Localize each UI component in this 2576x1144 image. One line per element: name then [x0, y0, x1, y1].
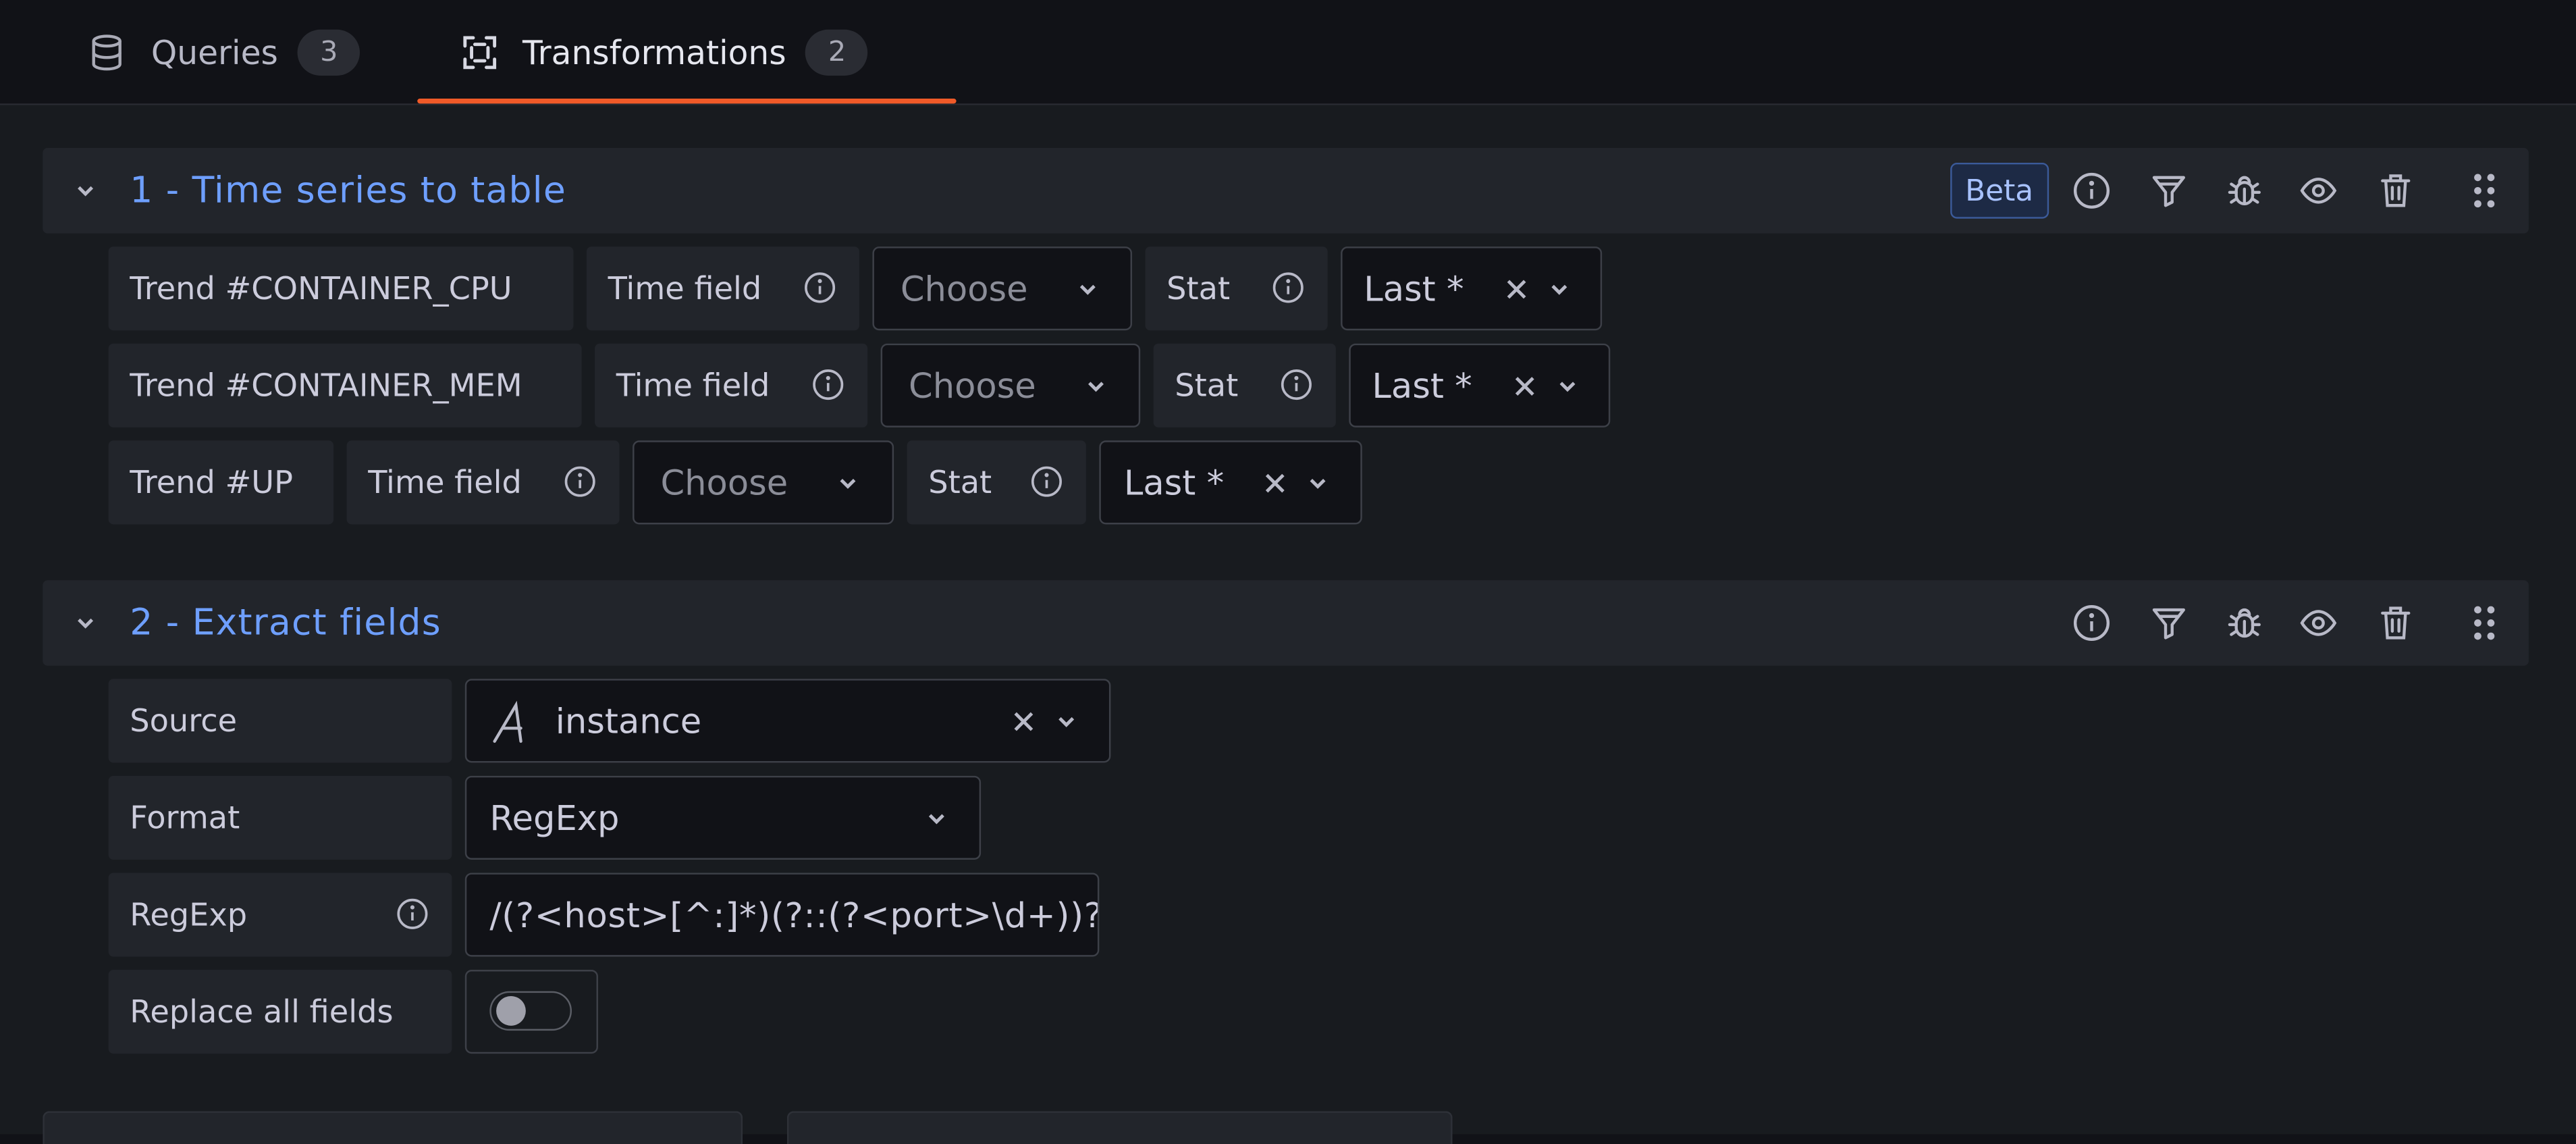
debug-icon[interactable] [2225, 603, 2264, 642]
chevron-down-icon [920, 802, 953, 835]
transformation-title: 2 - Extract fields [130, 602, 441, 644]
time-field-select-value: Choose [909, 365, 1036, 405]
stat-label: Stat [1153, 343, 1336, 427]
trend-label: Trend #CONTAINER_MEM [108, 343, 582, 427]
stat-label: Stat [1145, 246, 1328, 331]
tab-queries-label: Queries [151, 32, 278, 72]
tab-transformations-label: Transformations [522, 32, 786, 72]
chevron-down-icon [832, 467, 865, 500]
info-icon[interactable] [1030, 465, 1063, 498]
eye-icon[interactable] [2299, 603, 2338, 642]
stat-select[interactable]: Last * [1341, 246, 1603, 331]
replace-all-fields-toggle[interactable] [489, 991, 572, 1031]
time-field-label-text: Time field [368, 464, 522, 501]
active-tab-indicator [417, 99, 957, 104]
eye-icon[interactable] [2299, 171, 2338, 210]
transformation-header-1[interactable]: 1 - Time series to table Beta [43, 148, 2529, 234]
time-field-label: Time field [595, 343, 868, 427]
source-select-value: instance [555, 701, 702, 741]
drag-handle-icon[interactable] [2465, 171, 2504, 210]
source-select[interactable]: instance [464, 679, 1111, 763]
regexp-input-value: /(?<host>[^:]*)(?::(?<port>\d+))?/ [489, 895, 1100, 935]
clear-icon[interactable] [1508, 370, 1541, 403]
tab-bar: Queries 3 Transformations 2 [0, 0, 2576, 105]
time-field-select[interactable]: Choose [633, 440, 894, 525]
add-transformation-button[interactable] [43, 1111, 743, 1144]
chevron-down-icon [1071, 273, 1104, 306]
replace-all-fields-label: Replace all fields [108, 970, 452, 1054]
info-icon[interactable] [811, 368, 844, 401]
info-icon[interactable] [564, 465, 597, 498]
info-icon[interactable] [2072, 603, 2111, 642]
string-type-icon [489, 700, 532, 746]
time-field-select[interactable]: Choose [880, 343, 1141, 427]
info-icon[interactable] [396, 898, 429, 931]
format-select[interactable]: RegExp [464, 775, 982, 860]
chevron-down-icon [1050, 705, 1083, 738]
time-field-label: Time field [346, 440, 620, 525]
chevron-down-icon [1302, 467, 1335, 500]
info-icon[interactable] [803, 271, 836, 305]
stat-select-value: Last * [1372, 365, 1472, 405]
filter-icon[interactable] [2149, 603, 2189, 642]
time-field-select-value: Choose [660, 463, 788, 502]
source-label: Source [108, 679, 452, 763]
format-select-value: RegExp [489, 798, 620, 838]
tab-transformations[interactable]: Transformations 2 [417, 0, 957, 104]
tab-queries-count: 3 [298, 28, 360, 75]
database-icon [88, 32, 125, 71]
info-icon[interactable] [1280, 368, 1313, 401]
regexp-label: RegExp [108, 873, 452, 957]
stat-label: Stat [907, 440, 1086, 525]
time-field-select-value: Choose [900, 268, 1028, 309]
stat-select[interactable]: Last * [1349, 343, 1611, 427]
time-field-label: Time field [586, 246, 859, 331]
time-field-select[interactable]: Choose [872, 246, 1133, 331]
time-field-label-text: Time field [608, 270, 762, 307]
info-icon[interactable] [1272, 271, 1305, 305]
chevron-down-icon[interactable] [69, 174, 102, 207]
chevron-down-icon[interactable] [69, 606, 102, 640]
format-label: Format [108, 775, 452, 860]
chevron-down-icon [1543, 273, 1576, 306]
filter-icon[interactable] [2149, 171, 2189, 210]
transformation-header-2[interactable]: 2 - Extract fields [43, 580, 2529, 666]
regexp-input[interactable]: /(?<host>[^:]*)(?::(?<port>\d+))?/ [464, 873, 1100, 957]
debug-icon[interactable] [2225, 171, 2264, 210]
info-icon[interactable] [2072, 171, 2111, 210]
trash-icon[interactable] [2376, 603, 2415, 642]
clear-icon[interactable] [1500, 273, 1533, 306]
tab-queries[interactable]: Queries 3 [88, 0, 360, 103]
stat-label-text: Stat [928, 464, 992, 501]
clear-icon[interactable] [1007, 705, 1040, 738]
transformation-title: 1 - Time series to table [130, 170, 567, 211]
toggle-knob [496, 996, 526, 1026]
beta-badge: Beta [1950, 162, 2049, 219]
trend-label: Trend #UP [108, 440, 334, 525]
stat-select[interactable]: Last * [1099, 440, 1362, 525]
stat-select-value: Last * [1364, 268, 1464, 309]
regexp-label-text: RegExp [130, 896, 248, 933]
tab-transformations-count: 2 [805, 28, 869, 75]
chevron-down-icon [1079, 370, 1112, 403]
trend-label: Trend #CONTAINER_CPU [108, 246, 574, 331]
stat-label-text: Stat [1166, 270, 1231, 307]
drag-handle-icon[interactable] [2465, 603, 2504, 642]
delete-all-transformations-button[interactable] [786, 1111, 1453, 1144]
transform-icon [460, 32, 500, 71]
trash-icon[interactable] [2376, 171, 2415, 210]
stat-select-value: Last * [1123, 463, 1225, 502]
chevron-down-icon [1551, 370, 1584, 403]
clear-icon[interactable] [1258, 467, 1291, 500]
stat-label-text: Stat [1175, 367, 1239, 404]
time-field-label-text: Time field [616, 367, 770, 404]
